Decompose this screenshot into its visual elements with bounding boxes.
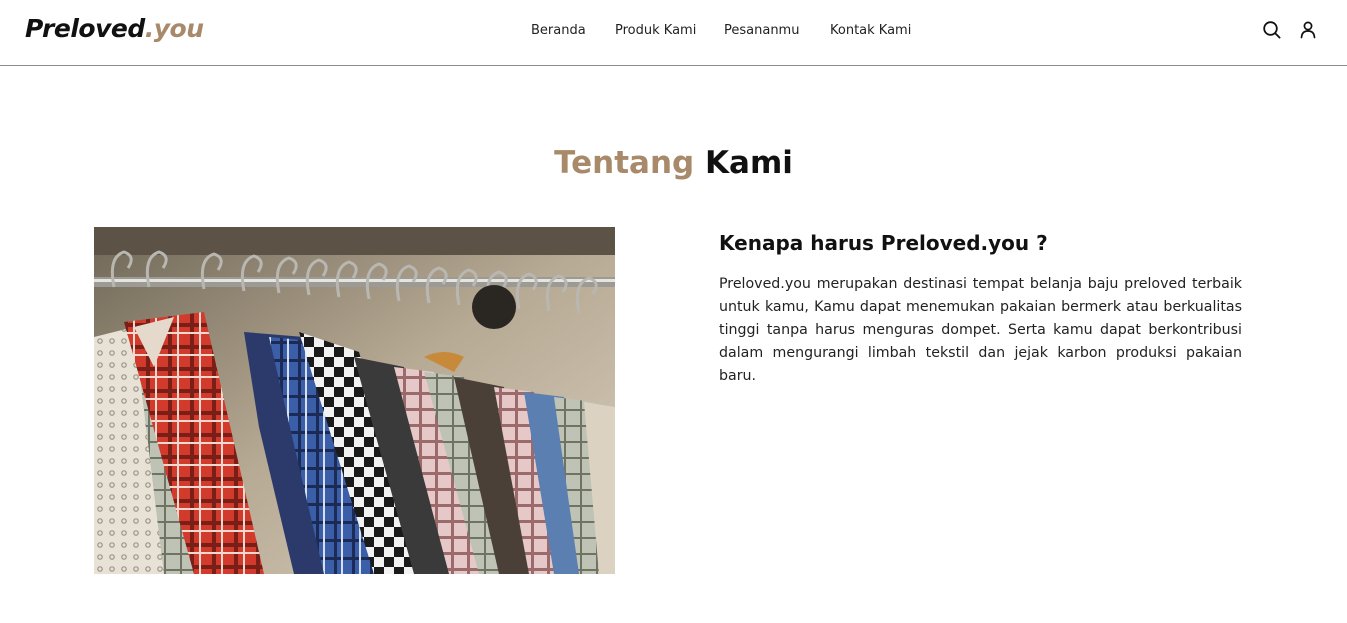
section-title: Tentang Kami bbox=[0, 145, 1347, 181]
nav-kontak-kami[interactable]: Kontak Kami bbox=[830, 23, 911, 38]
clothes-rack-photo bbox=[94, 227, 615, 574]
logo-main: Preloved bbox=[25, 14, 145, 43]
nav-pesananmu[interactable]: Pesananmu bbox=[724, 23, 799, 38]
section-title-accent: Tentang bbox=[554, 145, 695, 181]
search-icon[interactable] bbox=[1262, 20, 1282, 40]
why-heading: Kenapa harus Preloved.you ? bbox=[719, 231, 1048, 255]
nav-produk-kami[interactable]: Produk Kami bbox=[615, 23, 696, 38]
site-header: Preloved.you Beranda Produk Kami Pesanan… bbox=[0, 0, 1347, 66]
section-title-rest: Kami bbox=[705, 145, 793, 181]
brand-logo[interactable]: Preloved.you bbox=[25, 14, 204, 43]
logo-suffix: .you bbox=[144, 14, 204, 43]
why-description: Preloved.you merupakan destinasi tempat … bbox=[719, 276, 1242, 384]
user-icon[interactable] bbox=[1298, 20, 1318, 40]
nav-beranda[interactable]: Beranda bbox=[531, 23, 586, 38]
